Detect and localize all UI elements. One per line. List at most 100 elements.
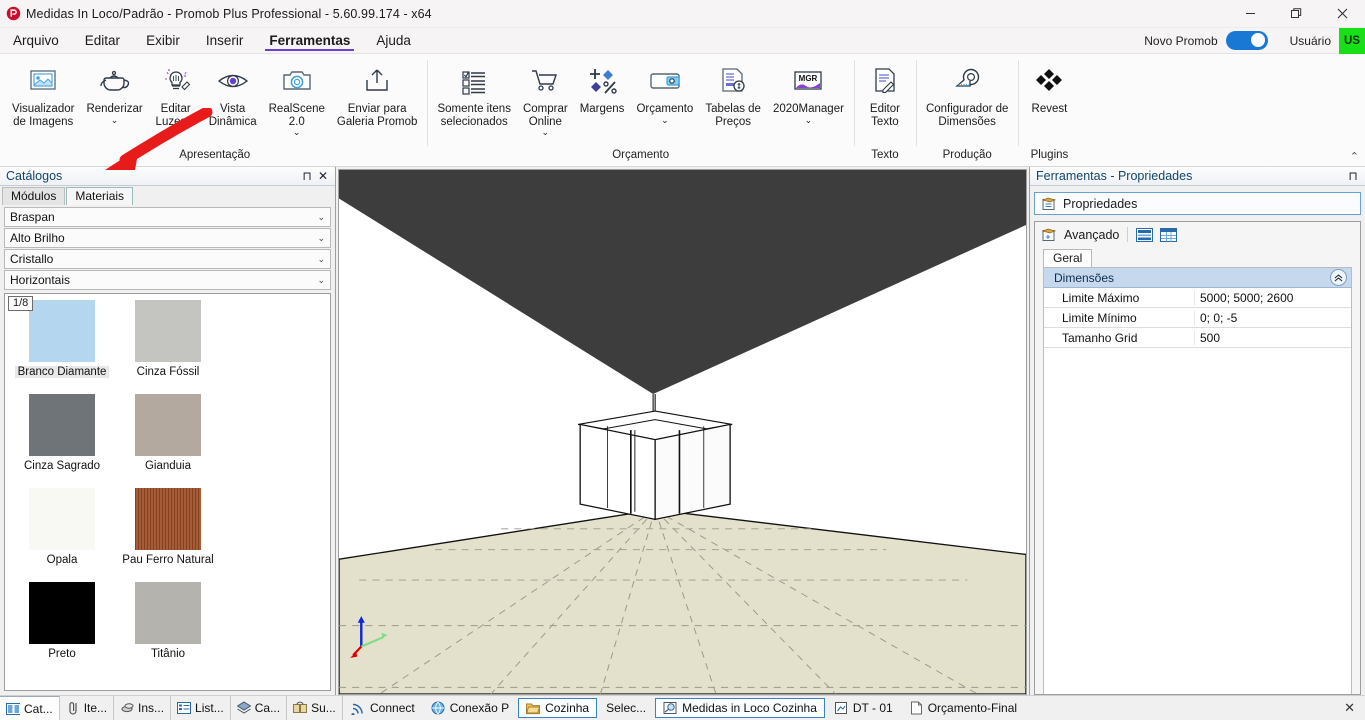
document-tab-dt-01[interactable]: DT - 01	[827, 699, 900, 717]
status-tab-list[interactable]: List...	[171, 696, 231, 720]
ribbon-button-vista-dinamica[interactable]: Vista Dinâmica	[203, 59, 263, 130]
tab-modulos[interactable]: Módulos	[2, 187, 65, 205]
document-tab-selec-[interactable]: Selec...	[599, 699, 653, 717]
filter-brand[interactable]: Braspan ⌄	[4, 207, 331, 227]
document-tab-conex-o-p[interactable]: Conexão P	[424, 699, 516, 717]
menu-editar-label: Editar	[85, 33, 120, 48]
novo-promob-toggle[interactable]	[1226, 31, 1268, 50]
table-view-icon[interactable]	[1160, 228, 1177, 242]
tab-geral[interactable]: Geral	[1043, 249, 1092, 267]
ribbon-button-visualizador-imagens[interactable]: Visualizador de Imagens	[6, 59, 80, 130]
menu-inserir[interactable]: Inserir	[193, 28, 257, 53]
minimize-button[interactable]	[1227, 0, 1273, 28]
document-tab-label: Connect	[370, 701, 415, 715]
ribbon-button-comprar-online[interactable]: Comprar Online ⌄	[517, 59, 574, 139]
property-value[interactable]: 500	[1194, 331, 1351, 345]
ribbon-button-renderizar[interactable]: Renderizar ⌄	[80, 59, 148, 127]
pin-icon[interactable]: ⊓	[299, 169, 315, 183]
menu-ajuda[interactable]: Ajuda	[363, 28, 424, 53]
title-bar: Medidas In Loco/Padrão - Promob Plus Pro…	[0, 0, 1365, 28]
property-row[interactable]: Limite Mínimo0; 0; -5	[1044, 308, 1351, 328]
catalogs-panel-header: Catálogos ⊓ ✕	[0, 167, 335, 186]
ribbon-button-realscene[interactable]: RealScene 2.0 ⌄	[263, 59, 331, 139]
user-avatar[interactable]: US	[1339, 28, 1365, 54]
support-icon	[293, 701, 307, 715]
group-header-dimensoes[interactable]: Dimensões	[1044, 268, 1351, 288]
filter-brand-value: Braspan	[10, 210, 317, 224]
toolbar-divider	[1127, 227, 1128, 242]
filter-orientation[interactable]: Horizontais ⌄	[4, 270, 331, 290]
ribbon-button-editar-luzes[interactable]: Editar Luzes...	[149, 59, 203, 130]
property-row[interactable]: Limite Máximo5000; 5000; 2600	[1044, 288, 1351, 308]
swatch-item[interactable]: Preto	[9, 582, 115, 660]
close-document-icon[interactable]: ✕	[1334, 700, 1365, 716]
maximize-button[interactable]	[1273, 0, 1319, 28]
document-tab-cozinha[interactable]: Cozinha	[518, 698, 597, 718]
close-panel-icon[interactable]: ✕	[315, 169, 331, 183]
ribbon-button-orcamento[interactable]: Orçamento ⌄	[630, 59, 699, 127]
chevron-down-icon[interactable]: ⌄	[661, 116, 669, 125]
swatch-color[interactable]	[135, 582, 201, 644]
menu-ferramentas[interactable]: Ferramentas	[256, 28, 363, 53]
property-value[interactable]: 5000; 5000; 2600	[1194, 291, 1351, 305]
property-row[interactable]: Tamanho Grid500	[1044, 328, 1351, 348]
document-tab-or-amento-final[interactable]: Orçamento-Final	[902, 699, 1024, 717]
filter-line[interactable]: Cristallo ⌄	[4, 249, 331, 269]
revest-diamond-icon	[1033, 61, 1065, 101]
swatch-color[interactable]	[135, 394, 201, 456]
chevron-up-icon[interactable]	[1330, 269, 1347, 286]
catalog-filters: Braspan ⌄ Alto Brilho ⌄ Cristallo ⌄ Hori…	[0, 205, 335, 291]
pin-icon[interactable]: ⊓	[1345, 169, 1361, 183]
document-tab-medidas-in-loco-cozinha[interactable]: Medidas in Loco Cozinha	[655, 698, 825, 718]
swatch-color[interactable]	[29, 488, 95, 550]
ribbon-button-renderizar-label: Renderizar	[86, 103, 142, 116]
ribbon-button-margens[interactable]: Margens	[574, 59, 631, 118]
tab-materiais[interactable]: Materiais	[66, 187, 133, 205]
swatch-item[interactable]: Cinza Sagrado	[9, 394, 115, 472]
ribbon-button-somente-itens[interactable]: Somente itens selecionados	[431, 59, 517, 130]
swatch-color[interactable]	[29, 582, 95, 644]
status-tab-ite[interactable]: Ite...	[60, 696, 114, 720]
filter-finish[interactable]: Alto Brilho ⌄	[4, 228, 331, 248]
properties-tab[interactable]: Propriedades	[1034, 192, 1361, 215]
swatch-item[interactable]: Opala	[9, 488, 115, 566]
close-button[interactable]	[1319, 0, 1365, 28]
swatch-item[interactable]: Titânio	[115, 582, 221, 660]
menu-exibir[interactable]: Exibir	[133, 28, 193, 53]
swatch-item[interactable]: Branco Diamante	[9, 300, 115, 378]
chevron-down-icon[interactable]: ⌄	[111, 116, 119, 125]
property-value[interactable]: 0; 0; -5	[1194, 311, 1351, 325]
ribbon-button-editor-texto[interactable]: Editor Texto	[858, 59, 912, 130]
ribbon-collapse-icon[interactable]: ⌃	[1350, 150, 1359, 163]
swatch-item[interactable]: Cinza Fóssil	[115, 300, 221, 378]
ribbon-button-2020manager[interactable]: MGR 2020Manager ⌄	[767, 59, 850, 127]
chevron-down-icon[interactable]: ⌄	[293, 128, 301, 137]
chevron-down-icon[interactable]: ⌄	[805, 116, 813, 125]
document-tab-connect[interactable]: Connect	[344, 699, 422, 717]
ribbon-button-enviar-galeria[interactable]: Enviar para Galeria Promob	[331, 59, 424, 130]
swatch-color[interactable]	[29, 394, 95, 456]
ribbon-button-revest[interactable]: Revest	[1022, 59, 1076, 118]
3d-viewport[interactable]	[338, 169, 1027, 695]
swatch-color[interactable]	[29, 300, 95, 362]
status-tab-cat[interactable]: Cat...	[0, 696, 60, 720]
menu-arquivo[interactable]: Arquivo	[0, 28, 72, 53]
chevron-down-icon[interactable]: ⌄	[542, 128, 550, 137]
status-tab-ins[interactable]: Ins...	[114, 696, 171, 720]
ribbon-button-tabelas-precos[interactable]: Tabelas de Preços	[699, 59, 767, 130]
group-by-category-icon[interactable]	[1136, 228, 1153, 242]
swatch-label: Opala	[47, 554, 78, 566]
document-tab-label: Orçamento-Final	[928, 701, 1017, 715]
swatch-color[interactable]	[135, 300, 201, 362]
swatch-color[interactable]	[135, 488, 201, 550]
swatch-item[interactable]: Gianduia	[115, 394, 221, 472]
swatch-item[interactable]: Pau Ferro Natural	[115, 488, 221, 566]
menu-editar[interactable]: Editar	[72, 28, 133, 53]
status-tab-ca[interactable]: Ca...	[231, 696, 287, 720]
advanced-label: Avançado	[1064, 228, 1119, 242]
user-label: Usuário	[1290, 34, 1331, 48]
status-tab-su[interactable]: Su...	[287, 696, 343, 720]
ribbon-button-configurador-dimensoes[interactable]: Configurador de Dimensões	[920, 59, 1014, 130]
ribbon-button-2020manager-label: 2020Manager	[773, 103, 844, 116]
measure-doc-icon	[663, 701, 677, 715]
